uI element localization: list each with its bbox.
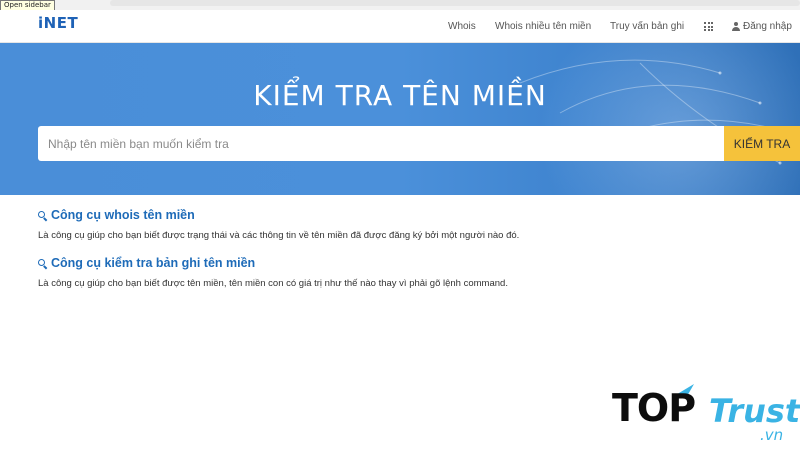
search-icon [38,258,47,268]
login-link[interactable]: Đăng nhập [732,21,792,32]
tool-whois: Công cụ whois tên miền Là công cụ giúp c… [38,208,519,241]
watermark-top: TOP [612,386,696,430]
search-icon [38,210,47,220]
hero-title: KIỂM TRA TÊN MIỀN [253,79,547,112]
nav-record-query[interactable]: Truy vấn bản ghi [610,21,684,32]
check-domain-button[interactable]: KIỂM TRA [724,126,800,161]
tool-records-title: Công cụ kiểm tra bản ghi tên miền [51,256,256,270]
tool-whois-description: Là công cụ giúp cho bạn biết được trạng … [38,230,520,241]
nav-whois[interactable]: Whois [448,21,476,32]
watermark-trust: Trust [709,392,800,430]
toptrust-watermark: TOP Trust .vn [612,384,800,450]
tool-records-description: Là công cụ giúp cho bạn biết được tên mi… [38,278,508,289]
login-label: Đăng nhập [743,21,792,32]
hero-banner: KIỂM TRA TÊN MIỀN [0,43,800,195]
nav-whois-multi[interactable]: Whois nhiều tên miền [495,21,591,32]
tool-whois-link[interactable]: Công cụ whois tên miền [38,208,519,222]
hero-network-lines [519,59,792,165]
tool-records: Công cụ kiểm tra bản ghi tên miền Là côn… [38,256,508,289]
site-header: iNET Whois Whois nhiều tên miền Truy vấn… [0,10,800,43]
user-icon [732,22,740,31]
watermark-vn: .vn [760,426,784,444]
address-bar[interactable] [110,0,800,6]
domain-search-input[interactable] [38,126,724,161]
tool-whois-title: Công cụ whois tên miền [51,208,195,222]
grid-icon[interactable] [704,22,713,31]
tool-records-link[interactable]: Công cụ kiểm tra bản ghi tên miền [38,256,508,270]
inet-logo[interactable]: iNET [38,14,78,32]
